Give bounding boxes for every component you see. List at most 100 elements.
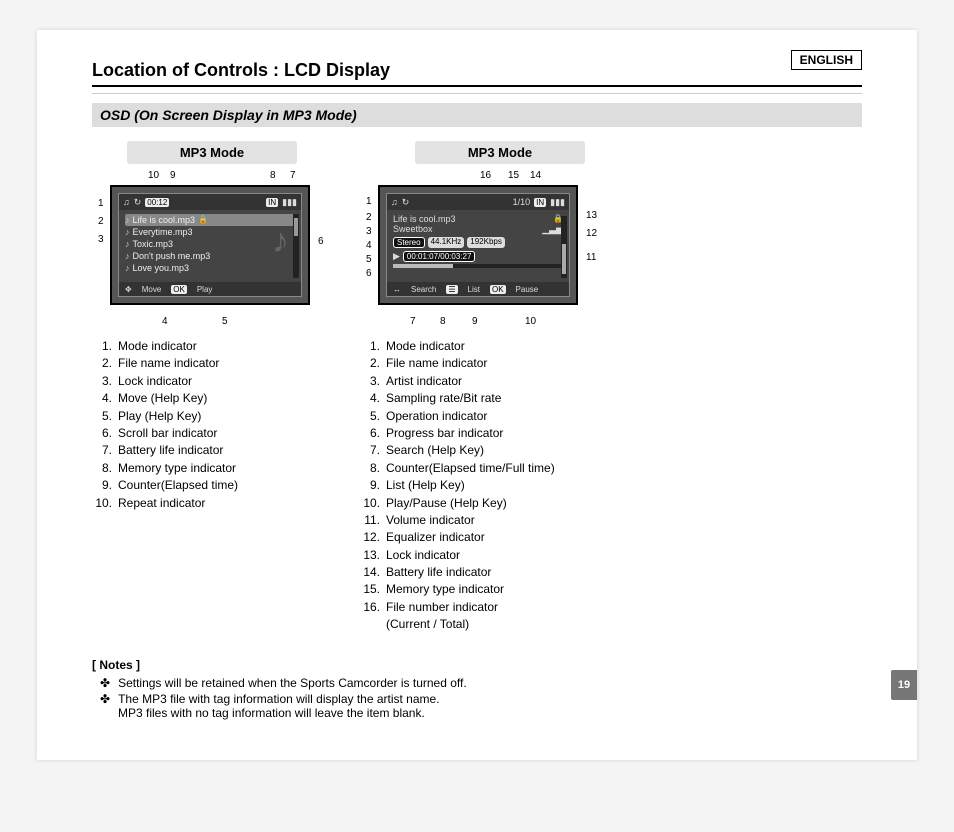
- play-op-icon: ▶: [393, 251, 400, 262]
- note-icon: ♪: [125, 250, 130, 262]
- left-bottombar: ✥Move OKPlay: [119, 282, 301, 296]
- legend-num: 6.: [360, 425, 380, 442]
- legend-item: 5.Operation indicator: [360, 408, 640, 425]
- help-play: Play: [197, 285, 213, 294]
- legend-item: 3.Artist indicator: [360, 373, 640, 390]
- list-item: ♪Toxic.mp3: [125, 238, 295, 250]
- artist-name: Sweetbox: [393, 224, 433, 235]
- stereo-pill: Stereo: [393, 237, 425, 248]
- callout-r12: 12: [586, 228, 597, 239]
- legend-item: 10.Repeat indicator: [92, 495, 332, 512]
- legend-item: 10.Play/Pause (Help Key): [360, 495, 640, 512]
- legend-num: 14.: [360, 564, 380, 581]
- page-title: Location of Controls : LCD Display: [92, 60, 862, 87]
- legend-item: 4.Sampling rate/Bit rate: [360, 390, 640, 407]
- battery-icon: ▮▮▮: [550, 197, 565, 208]
- right-callouts: 16 15 14 1 2 3 4 5 6 13 12 11 7 8 9 10: [360, 170, 640, 330]
- file-name: Everytime.mp3: [133, 226, 193, 238]
- legend-text: File name indicator: [118, 355, 219, 372]
- callout-r9: 9: [472, 316, 478, 327]
- left-legend: 1.Mode indicator 2.File name indicator 3…: [92, 338, 332, 512]
- legend-item: 11. Volume indicator: [360, 512, 640, 529]
- note-line: ✤ Settings will be retained when the Spo…: [100, 676, 862, 690]
- callout-r1: 1: [366, 196, 372, 207]
- section-subtitle: OSD (On Screen Display in MP3 Mode): [92, 103, 862, 127]
- legend-num: 7.: [92, 442, 112, 459]
- left-topbar: ♫ ↻ 00:12 IN ▮▮▮: [119, 194, 301, 210]
- legend-text: Battery life indicator: [386, 564, 491, 581]
- legend-num: 8.: [360, 460, 380, 477]
- legend-num: 5.: [92, 408, 112, 425]
- list-item: ♪Don't push me.mp3: [125, 250, 295, 262]
- elapsed-time: 00:12: [145, 198, 169, 207]
- legend-item: 7. Battery life indicator: [92, 442, 332, 459]
- callout-6: 6: [318, 236, 324, 247]
- legend-num: 8.: [92, 460, 112, 477]
- repeat-icon: ↻: [402, 197, 410, 208]
- legend-item: 4.Move (Help Key): [92, 390, 332, 407]
- music-mode-icon: ♫: [391, 197, 398, 207]
- volume-level: [562, 244, 566, 274]
- bullet-icon: ✤: [100, 692, 110, 706]
- help-pause: Pause: [516, 285, 539, 294]
- battery-icon: ▮▮▮: [282, 197, 297, 208]
- callout-10: 10: [148, 170, 159, 181]
- help-move: Move: [142, 285, 162, 294]
- file-name: Life is cool.mp3: [133, 214, 196, 226]
- legend-num: 2.: [360, 355, 380, 372]
- left-lcd-inner: ♫ ↻ 00:12 IN ▮▮▮ ♪ ♪Life is cool.mp3 🔒 ♪…: [118, 193, 302, 297]
- legend-text: Lock indicator: [118, 373, 192, 390]
- file-name: Don't push me.mp3: [133, 250, 211, 262]
- legend-text: Battery life indicator: [118, 442, 223, 459]
- list-item: ♪Everytime.mp3: [125, 226, 295, 238]
- callout-1: 1: [98, 198, 104, 209]
- legend-text: Equalizer indicator: [386, 529, 485, 546]
- callout-r5: 5: [366, 254, 372, 265]
- note-icon: ♪: [125, 238, 130, 250]
- legend-text: Operation indicator: [386, 408, 487, 425]
- page-number-tab: 19: [891, 670, 917, 700]
- list-item: ♪Love you.mp3: [125, 262, 295, 274]
- right-bottombar: ↔Search ☰List OKPause: [387, 282, 569, 296]
- callout-r4: 4: [366, 240, 372, 251]
- callout-2: 2: [98, 216, 104, 227]
- callout-r2: 2: [366, 212, 372, 223]
- note-icon: ♪: [125, 226, 130, 238]
- legend-item: 8. Memory type indicator: [92, 460, 332, 477]
- memory-indicator: IN: [534, 198, 546, 207]
- language-label: ENGLISH: [791, 50, 862, 70]
- legend-item: 2.File name indicator: [360, 355, 640, 372]
- eq-icon: ▁▃▅: [542, 224, 563, 235]
- callout-3: 3: [98, 234, 104, 245]
- file-name: Life is cool.mp3: [393, 214, 456, 224]
- legend-item: 16.File number indicator: [360, 599, 640, 616]
- legend-text: Search (Help Key): [386, 442, 484, 459]
- joystick-icon: ↔: [393, 285, 401, 294]
- title-divider: [92, 93, 862, 95]
- right-column: MP3 Mode 16 15 14 1 2 3 4 5 6 13 12 11 7…: [360, 141, 640, 634]
- legend-text: Lock indicator: [386, 547, 460, 564]
- legend-item: 6.Scroll bar indicator: [92, 425, 332, 442]
- legend-num: 9.: [92, 477, 112, 494]
- legend-num: 11.: [360, 512, 380, 529]
- right-lcd: ♫ ↻ 1/10 IN ▮▮▮ Life is cool.mp3 🔒: [378, 185, 578, 305]
- note-line: ✤ The MP3 file with tag information will…: [100, 692, 862, 706]
- list-key: ☰: [446, 285, 457, 294]
- legend-item: 5.Play (Help Key): [92, 408, 332, 425]
- music-bg-icon: ♪: [272, 222, 289, 261]
- legend-text: Move (Help Key): [118, 390, 207, 407]
- rate-pill: 44.1KHz: [428, 237, 465, 248]
- ok-key: OK: [171, 285, 187, 294]
- legend-text: Volume indicator: [386, 512, 475, 529]
- legend-item: 8.Counter(Elapsed time/Full time): [360, 460, 640, 477]
- legend-num: 1.: [92, 338, 112, 355]
- legend-text: Memory type indicator: [118, 460, 236, 477]
- right-mode-header: MP3 Mode: [415, 141, 585, 164]
- left-column: MP3 Mode 10 9 8 7 1 2 3 6 4 5: [92, 141, 332, 634]
- legend-num: 7.: [360, 442, 380, 459]
- legend-num: 3.: [92, 373, 112, 390]
- right-legend: 1.Mode indicator 2.File name indicator 3…: [360, 338, 640, 634]
- legend-text: Progress bar indicator: [386, 425, 503, 442]
- note-sub-text: MP3 files with no tag information will l…: [118, 706, 862, 720]
- lock-icon: 🔒: [198, 214, 208, 226]
